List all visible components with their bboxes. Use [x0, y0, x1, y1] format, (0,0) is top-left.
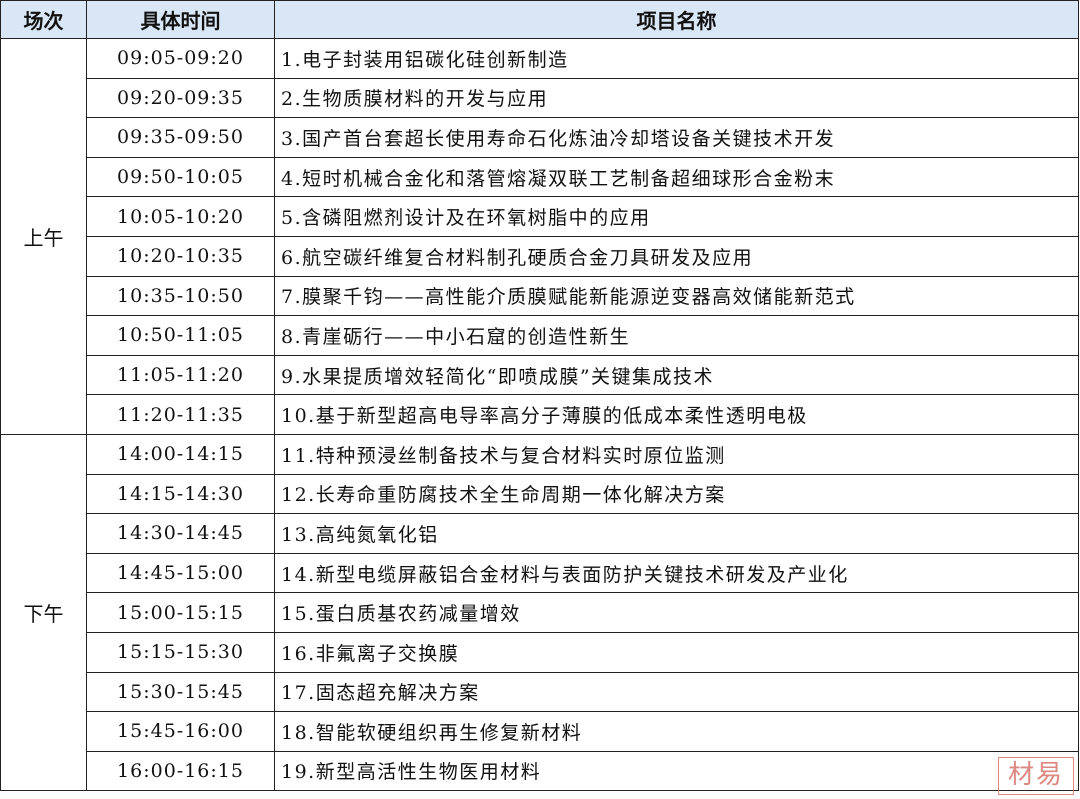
watermark-stamp: 材易	[998, 757, 1074, 795]
project-cell: 7.膜聚千钧——高性能介质膜赋能新能源逆变器高效储能新范式	[274, 275, 1079, 317]
time-cell: 10:05-10:20	[86, 196, 275, 237]
table-row: 下午 14:00-14:15 11.特种预浸丝制备技术与复合材料实时原位监测	[0, 433, 1079, 792]
project-cell: 10.基于新型超高电导率高分子薄膜的低成本柔性透明电极	[274, 394, 1079, 435]
header-session: 场次	[0, 0, 87, 39]
project-cell: 8.青崖砺行——中小石窟的创造性新生	[274, 315, 1079, 356]
time-cell: 11:05-11:20	[86, 354, 275, 396]
time-cell: 15:45-16:00	[86, 711, 275, 752]
project-cell: 9.水果提质增效轻简化“即喷成膜”关键集成技术	[274, 354, 1079, 396]
project-cell: 3.国产首台套超长使用寿命石化炼油冷却塔设备关键技术开发	[274, 117, 1079, 158]
table-row: 16:00-16:15 19.新型高活性生物医用材料	[1, 750, 1079, 792]
header-project: 项目名称	[274, 0, 1079, 39]
header-row: 场次 具体时间 项目名称	[0, 0, 1079, 39]
table-row: 10:20-10:35 6.航空碳纤维复合材料制孔硬质合金刀具研发及应用	[1, 235, 1079, 277]
time-cell: 14:00-14:15	[86, 433, 275, 475]
time-cell: 16:00-16:15	[86, 750, 275, 792]
time-cell: 10:20-10:35	[86, 235, 275, 277]
schedule-body: 上午 09:05-09:20 1.电子封装用铝碳化硅创新制造 09:20-09:35 2…	[0, 38, 1079, 792]
time-cell: 09:05-09:20	[86, 38, 275, 79]
table-row: 14:45-15:00 14.新型电缆屏蔽铝合金材料与表面防护关键技术研发及产业化	[1, 552, 1079, 594]
project-cell: 18.智能软硬组织再生修复新材料	[274, 711, 1079, 752]
time-cell: 14:15-14:30	[86, 473, 275, 515]
project-cell: 2.生物质膜材料的开发与应用	[274, 77, 1079, 119]
time-cell: 09:20-09:35	[86, 77, 275, 119]
session-label: 下午	[0, 433, 87, 792]
project-cell: 4.短时机械合金化和落管熔凝双联工艺制备超细球形合金粉末	[274, 156, 1079, 198]
project-cell: 12.长寿命重防腐技术全生命周期一体化解决方案	[274, 473, 1079, 515]
table-row: 15:15-15:30 16.非氟离子交换膜	[1, 631, 1079, 673]
table-row: 15:45-16:00 18.智能软硬组织再生修复新材料	[1, 711, 1079, 752]
time-cell: 10:35-10:50	[86, 275, 275, 317]
time-cell: 10:50-11:05	[86, 315, 275, 356]
project-cell: 11.特种预浸丝制备技术与复合材料实时原位监测	[274, 433, 1079, 475]
header-time: 具体时间	[86, 0, 275, 39]
project-cell: 13.高纯氮氧化铝	[274, 513, 1079, 554]
project-cell: 19.新型高活性生物医用材料	[274, 750, 1079, 792]
project-cell: 1.电子封装用铝碳化硅创新制造	[274, 38, 1079, 79]
project-cell: 5.含磷阻燃剂设计及在环氧树脂中的应用	[274, 196, 1079, 237]
table-row: 14:30-14:45 13.高纯氮氧化铝	[1, 513, 1079, 554]
time-cell: 14:45-15:00	[86, 552, 275, 594]
table-row: 11:20-11:35 10.基于新型超高电导率高分子薄膜的低成本柔性透明电极	[1, 394, 1079, 435]
time-cell: 09:35-09:50	[86, 117, 275, 158]
session-label: 上午	[0, 38, 87, 435]
schedule-table: 场次 具体时间 项目名称 上午 09:05-09:20 1.电子封装用铝碳化硅创新制…	[0, 0, 1079, 792]
time-cell: 15:15-15:30	[86, 631, 275, 673]
time-cell: 09:50-10:05	[86, 156, 275, 198]
table-row: 11:05-11:20 9.水果提质增效轻简化“即喷成膜”关键集成技术	[1, 354, 1079, 396]
time-cell: 15:00-15:15	[86, 592, 275, 633]
project-cell: 14.新型电缆屏蔽铝合金材料与表面防护关键技术研发及产业化	[274, 552, 1079, 594]
project-cell: 16.非氟离子交换膜	[274, 631, 1079, 673]
table-row: 上午 09:05-09:20 1.电子封装用铝碳化硅创新制造	[0, 38, 1079, 435]
project-cell: 15.蛋白质基农药减量增效	[274, 592, 1079, 633]
table-row: 09:35-09:50 3.国产首台套超长使用寿命石化炼油冷却塔设备关键技术开发	[1, 117, 1079, 158]
time-cell: 15:30-15:45	[86, 671, 275, 713]
table-row: 15:00-15:15 15.蛋白质基农药减量增效	[1, 592, 1079, 633]
time-cell: 11:20-11:35	[86, 394, 275, 435]
table-row: 10:05-10:20 5.含磷阻燃剂设计及在环氧树脂中的应用	[1, 196, 1079, 237]
table-row: 14:15-14:30 12.长寿命重防腐技术全生命周期一体化解决方案	[1, 473, 1079, 515]
table-row: 09:50-10:05 4.短时机械合金化和落管熔凝双联工艺制备超细球形合金粉末	[1, 156, 1079, 198]
table-row: 10:50-11:05 8.青崖砺行——中小石窟的创造性新生	[1, 315, 1079, 356]
project-cell: 6.航空碳纤维复合材料制孔硬质合金刀具研发及应用	[274, 235, 1079, 277]
table-row: 15:30-15:45 17.固态超充解决方案	[1, 671, 1079, 713]
project-cell: 17.固态超充解决方案	[274, 671, 1079, 713]
table-row: 09:20-09:35 2.生物质膜材料的开发与应用	[1, 77, 1079, 119]
time-cell: 14:30-14:45	[86, 513, 275, 554]
table-row: 10:35-10:50 7.膜聚千钧——高性能介质膜赋能新能源逆变器高效储能新范式	[1, 275, 1079, 317]
